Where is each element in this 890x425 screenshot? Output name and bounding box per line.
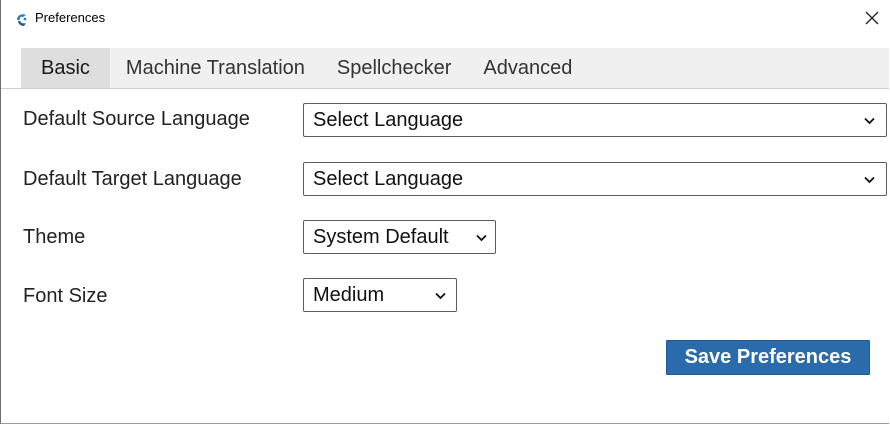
window-title: Preferences (35, 10, 106, 25)
theme-label: Theme (23, 226, 86, 248)
theme-select[interactable]: System Default (303, 220, 496, 254)
chevron-down-icon (864, 176, 875, 184)
chevron-down-icon (476, 234, 487, 242)
tab-advanced[interactable]: Advanced (467, 48, 588, 88)
tab-basic[interactable]: Basic (21, 48, 110, 88)
source-language-select[interactable]: Select Language (303, 103, 887, 137)
preferences-window: Preferences Basic Machine Translation Sp… (0, 0, 889, 424)
source-language-value: Select Language (313, 109, 464, 131)
close-button[interactable] (861, 7, 883, 29)
font-size-select[interactable]: Medium (303, 278, 457, 312)
tab-spellchecker[interactable]: Spellchecker (321, 48, 468, 88)
tab-bar: Basic Machine Translation Spellchecker A… (21, 48, 889, 88)
theme-value: System Default (313, 226, 449, 248)
chevron-down-icon (864, 117, 875, 125)
font-size-label: Font Size (23, 285, 108, 307)
tab-divider (1, 88, 889, 89)
target-language-label: Default Target Language (23, 168, 242, 190)
save-preferences-button[interactable]: Save Preferences (666, 340, 870, 375)
chevron-down-icon (435, 292, 446, 300)
font-size-value: Medium (313, 284, 385, 306)
tab-machine-translation[interactable]: Machine Translation (110, 48, 321, 88)
target-language-value: Select Language (313, 168, 464, 190)
title-bar: Preferences (1, 0, 889, 36)
target-language-select[interactable]: Select Language (303, 162, 887, 196)
app-logo-icon (14, 11, 30, 27)
source-language-label: Default Source Language (23, 108, 250, 130)
close-icon (865, 11, 879, 25)
